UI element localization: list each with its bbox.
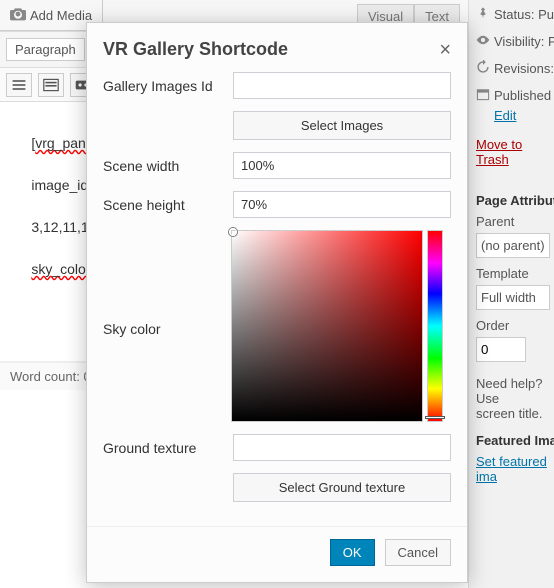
cancel-button[interactable]: Cancel	[385, 539, 451, 566]
color-picker[interactable]	[231, 230, 451, 422]
color-cursor[interactable]	[229, 228, 237, 236]
scene-height-input[interactable]	[233, 191, 451, 218]
scene-width-input[interactable]	[233, 152, 451, 179]
scene-width-label: Scene width	[103, 152, 225, 174]
ground-texture-input[interactable]	[233, 434, 451, 461]
select-ground-button[interactable]: Select Ground texture	[233, 473, 451, 502]
ground-texture-label: Ground texture	[103, 434, 225, 456]
ok-button[interactable]: OK	[330, 539, 375, 566]
gallery-ids-label: Gallery Images Id	[103, 72, 225, 94]
select-images-button[interactable]: Select Images	[233, 111, 451, 140]
hue-indicator[interactable]	[425, 416, 445, 419]
scene-height-label: Scene height	[103, 191, 225, 213]
close-icon[interactable]: ×	[439, 40, 451, 60]
sky-color-label: Sky color	[103, 315, 223, 337]
modal-title: VR Gallery Shortcode	[103, 39, 288, 60]
color-sv-panel[interactable]	[231, 230, 423, 422]
gallery-ids-input[interactable]	[233, 72, 451, 99]
vr-gallery-modal: VR Gallery Shortcode × Gallery Images Id…	[86, 22, 468, 583]
color-hue-slider[interactable]	[427, 230, 443, 422]
